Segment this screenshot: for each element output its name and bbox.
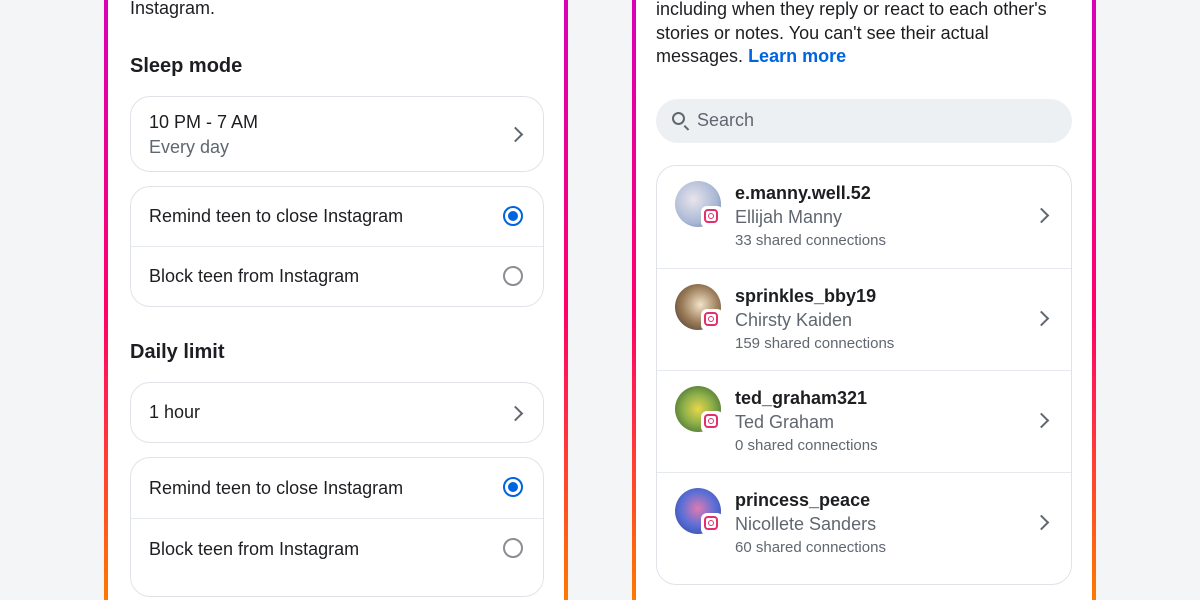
- username: ted_graham321: [735, 388, 868, 408]
- display-name: Ellijah Manny: [735, 207, 843, 227]
- shared-connections: 60 shared connections: [735, 539, 886, 556]
- left-phone-panel: Instagram. Sleep mode 10 PM - 7 AM Every…: [104, 0, 568, 600]
- sleep-mode-frequency: Every day: [149, 137, 230, 157]
- chevron-right-icon: [1033, 514, 1050, 531]
- shared-connections: 159 shared connections: [735, 335, 895, 352]
- sleep-mode-time-range: 10 PM - 7 AM: [149, 112, 259, 132]
- limit-remind-option[interactable]: Remind teen to close Instagram: [131, 458, 543, 518]
- search-input[interactable]: Search: [656, 99, 1072, 143]
- display-name: Ted Graham: [735, 412, 835, 432]
- chevron-right-icon: [507, 126, 524, 143]
- shared-connections: 33 shared connections: [735, 232, 886, 249]
- list-item[interactable]: sprinkles_bby19 Chirsty Kaiden 159 share…: [657, 268, 1071, 370]
- display-name: Nicollete Sanders: [735, 514, 877, 534]
- option-label: Remind teen to close Instagram: [149, 478, 404, 498]
- sleep-mode-options-card: Remind teen to close Instagram Block tee…: [130, 186, 544, 307]
- sleep-block-option[interactable]: Block teen from Instagram: [131, 246, 543, 306]
- instagram-icon: [701, 513, 723, 535]
- username: e.manny.well.52: [735, 183, 871, 203]
- daily-limit-value: 1 hour: [149, 402, 201, 422]
- sleep-mode-title: Sleep mode: [130, 55, 243, 77]
- option-label: Remind teen to close Instagram: [149, 206, 404, 226]
- limit-block-option[interactable]: Block teen from Instagram: [131, 518, 543, 578]
- list-item[interactable]: princess_peace Nicollete Sanders 60 shar…: [657, 472, 1071, 574]
- description-line-3-text: messages.: [656, 46, 744, 66]
- radio-unselected-icon[interactable]: [503, 538, 523, 558]
- instagram-icon: [701, 206, 723, 228]
- description-line-1: including when they reply or react to ea…: [656, 0, 1047, 19]
- chevron-right-icon: [1033, 207, 1050, 224]
- learn-more-link[interactable]: Learn more: [748, 46, 846, 66]
- chevron-right-icon: [1033, 310, 1050, 327]
- list-item[interactable]: ted_graham321 Ted Graham 0 shared connec…: [657, 370, 1071, 472]
- sleep-mode-schedule-row[interactable]: 10 PM - 7 AM Every day: [130, 96, 544, 172]
- radio-selected-icon[interactable]: [503, 206, 523, 226]
- daily-limit-options-card: Remind teen to close Instagram Block tee…: [130, 457, 544, 597]
- intro-text-tail: Instagram.: [130, 0, 216, 18]
- list-item[interactable]: e.manny.well.52 Ellijah Manny 33 shared …: [657, 166, 1071, 268]
- instagram-icon: [701, 309, 723, 331]
- search-placeholder: Search: [697, 110, 755, 130]
- description-line-2: stories or notes. You can't see their ac…: [656, 23, 989, 43]
- radio-selected-icon[interactable]: [503, 477, 523, 497]
- username: sprinkles_bby19: [735, 286, 877, 306]
- right-phone-panel: including when they reply or react to ea…: [632, 0, 1096, 600]
- shared-connections: 0 shared connections: [735, 437, 878, 454]
- instagram-icon: [701, 411, 723, 433]
- description-line-3: messages. Learn more: [656, 45, 846, 68]
- daily-limit-title: Daily limit: [130, 341, 225, 363]
- radio-unselected-icon[interactable]: [503, 266, 523, 286]
- sleep-remind-option[interactable]: Remind teen to close Instagram: [131, 187, 543, 246]
- search-icon: [672, 112, 685, 125]
- option-label: Block teen from Instagram: [149, 266, 360, 286]
- connections-list: e.manny.well.52 Ellijah Manny 33 shared …: [656, 165, 1072, 585]
- chevron-right-icon: [507, 405, 524, 422]
- display-name: Chirsty Kaiden: [735, 310, 853, 330]
- username: princess_peace: [735, 490, 871, 510]
- chevron-right-icon: [1033, 412, 1050, 429]
- daily-limit-value-row[interactable]: 1 hour: [130, 382, 544, 443]
